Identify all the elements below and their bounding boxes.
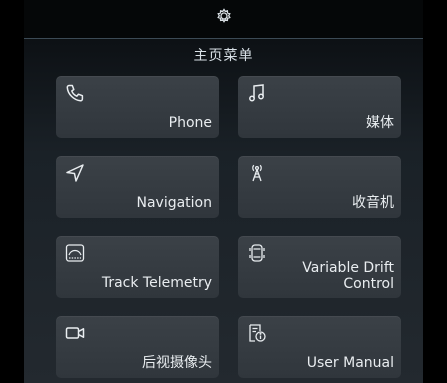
variable-drift-control-tile[interactable]: Variable Drift Control: [238, 236, 401, 298]
manual-info-icon: [246, 322, 268, 344]
media-label: 媒体: [366, 115, 394, 131]
media-tile[interactable]: 媒体: [238, 76, 401, 138]
track-telemetry-tile[interactable]: Track Telemetry: [56, 236, 219, 298]
telemetry-gauge-icon: [64, 242, 86, 264]
settings-gear-icon[interactable]: [214, 6, 234, 26]
top-bar: [24, 0, 423, 38]
phone-tile[interactable]: Phone: [56, 76, 219, 138]
track-telemetry-label: Track Telemetry: [101, 275, 212, 291]
user-manual-label: User Manual: [306, 355, 394, 371]
navigation-tile[interactable]: Navigation: [56, 156, 219, 218]
header-divider: [24, 38, 423, 39]
car-drift-icon: [246, 242, 268, 264]
page-title: 主页菜单: [193, 48, 254, 64]
radio-label: 收音机: [352, 195, 394, 211]
user-manual-tile[interactable]: User Manual: [238, 316, 401, 378]
variable-drift-control-label: Variable Drift Control: [302, 260, 394, 292]
navigation-label: Navigation: [136, 195, 212, 211]
navigation-arrow-icon: [64, 162, 86, 184]
camera-tile[interactable]: 后视摄像头: [56, 316, 219, 378]
phone-icon: [64, 82, 86, 104]
variable-drift-control-label-line1: Variable Drift: [302, 260, 394, 276]
music-note-icon: [246, 82, 268, 104]
camera-icon: [64, 322, 86, 344]
radio-tower-icon: [246, 162, 268, 184]
phone-label: Phone: [168, 115, 212, 131]
radio-tile[interactable]: 收音机: [238, 156, 401, 218]
variable-drift-control-label-line2: Control: [343, 276, 394, 292]
camera-label: 后视摄像头: [142, 355, 212, 371]
